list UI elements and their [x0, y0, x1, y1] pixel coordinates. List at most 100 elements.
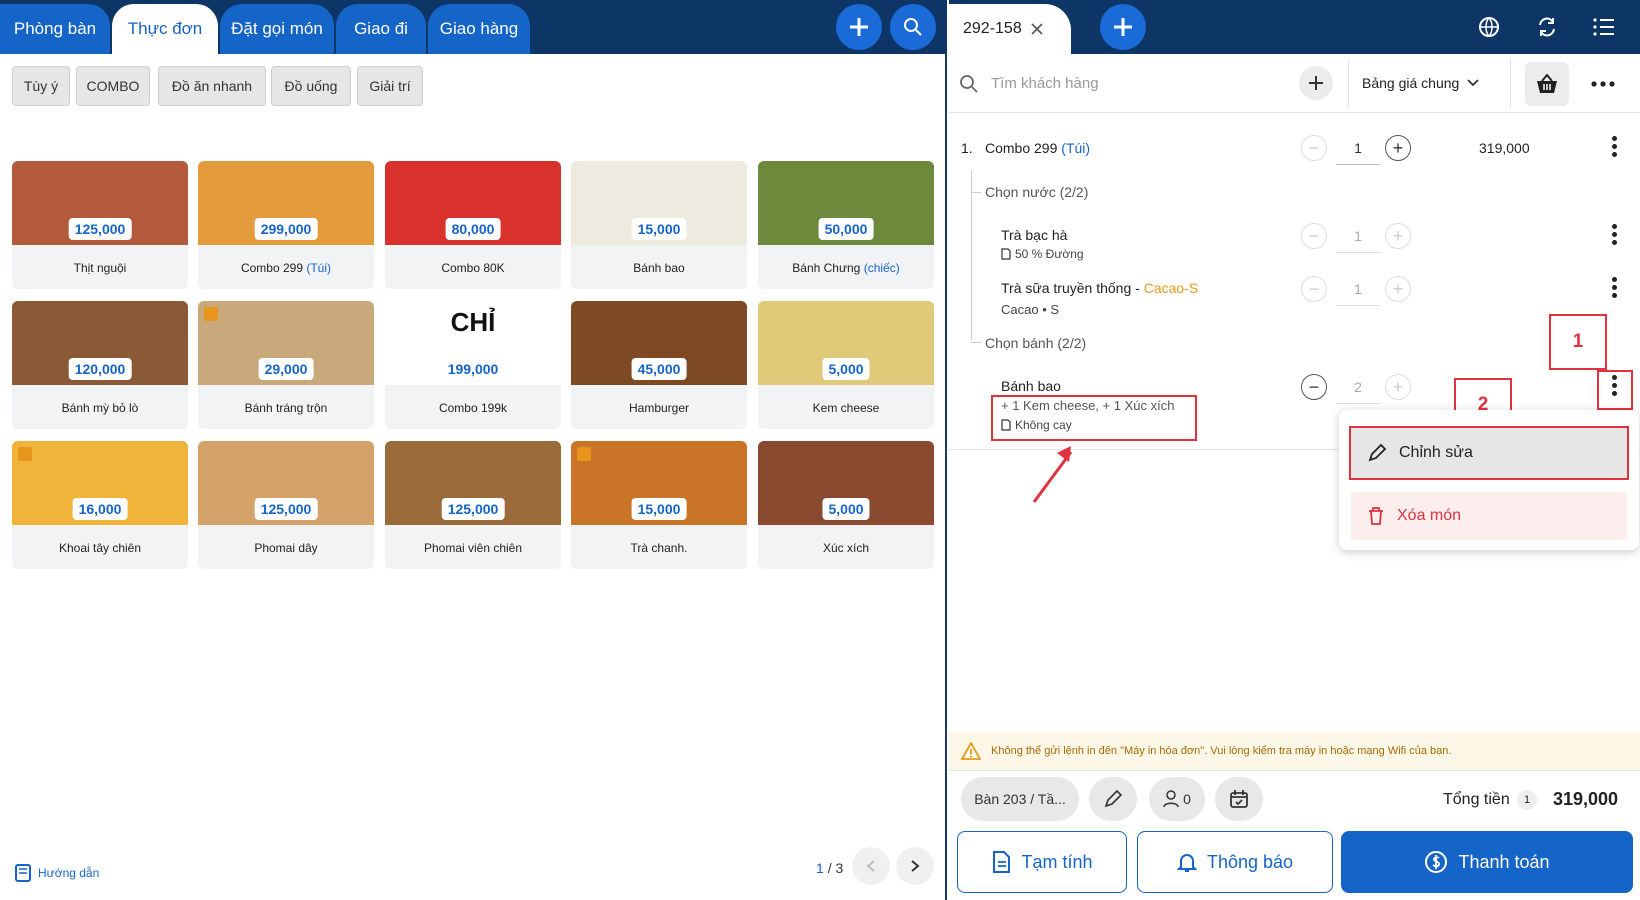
- delete-menu-item[interactable]: Xóa món: [1351, 492, 1627, 540]
- decrease-qty-button[interactable]: −: [1301, 276, 1327, 302]
- product-price: 125,000: [68, 218, 132, 240]
- printer-warning: Không thể gửi lệnh in đến "Máy in hóa đơ…: [949, 732, 1640, 770]
- pencil-icon: [1368, 443, 1387, 462]
- category-giai-tri[interactable]: Giải trí: [357, 66, 423, 106]
- product-name: Phomai viên chiên: [423, 541, 523, 555]
- next-page-button[interactable]: [896, 847, 934, 885]
- product-price: 45,000: [631, 358, 687, 380]
- globe-icon[interactable]: [1476, 14, 1502, 40]
- product-card[interactable]: 120,000 Bánh mỳ bỏ lò: [12, 301, 188, 429]
- schedule-button[interactable]: [1215, 777, 1263, 821]
- decrease-qty-button[interactable]: −: [1301, 135, 1327, 161]
- qty-input[interactable]: 1: [1336, 140, 1380, 165]
- tab-giao-hang[interactable]: Giao hàng: [428, 4, 530, 54]
- item-variant-detail: Cacao • S: [1001, 302, 1060, 317]
- left-top-bar: Phòng bàn Thực đơn Đặt gọi món Giao đi G…: [0, 0, 947, 54]
- edit-button[interactable]: [1089, 777, 1137, 821]
- product-name: Thịt nguội: [73, 261, 127, 275]
- add-order-button[interactable]: [1100, 4, 1146, 50]
- temp-bill-button[interactable]: Tạm tính: [957, 831, 1127, 893]
- product-card[interactable]: 5,000 Xúc xích: [758, 441, 934, 569]
- product-name: Bánh Chưng (chiếc): [792, 261, 900, 275]
- delete-label: Xóa món: [1397, 507, 1462, 524]
- category-combo[interactable]: COMBO: [76, 66, 150, 106]
- tab-dat-goi-mon[interactable]: Đặt gọi món: [220, 4, 334, 54]
- price-list-select[interactable]: Bảng giá chung: [1362, 75, 1479, 91]
- edit-label: Chỉnh sửa: [1399, 444, 1473, 461]
- qty-input[interactable]: 1: [1336, 228, 1380, 253]
- guide-label: Hướng dẫn: [38, 866, 100, 880]
- prev-page-button[interactable]: [852, 847, 890, 885]
- guest-count[interactable]: 0: [1149, 777, 1205, 821]
- order-tab[interactable]: 292-158: [949, 4, 1071, 54]
- close-icon[interactable]: [1030, 22, 1044, 36]
- qty-input[interactable]: 1: [1336, 281, 1380, 306]
- guide-link[interactable]: Hướng dẫn: [14, 863, 99, 883]
- product-card[interactable]: 125,000 Thịt nguội: [12, 161, 188, 289]
- list-menu-icon[interactable]: [1591, 14, 1617, 40]
- table-selector[interactable]: Bàn 203 / Tầ...: [961, 777, 1079, 821]
- search-button[interactable]: [890, 4, 936, 50]
- chevron-left-icon: [866, 860, 875, 872]
- item-more-icon[interactable]: [1611, 224, 1617, 245]
- add-button[interactable]: [836, 4, 882, 50]
- price-list-label: Bảng giá chung: [1362, 75, 1460, 91]
- tab-phong-ban[interactable]: Phòng bàn: [0, 4, 110, 54]
- product-card[interactable]: 45,000 Hamburger: [571, 301, 747, 429]
- product-card[interactable]: CHỈ 199,000 Combo 199k: [385, 301, 561, 429]
- product-price: 5,000: [822, 358, 870, 380]
- product-name: Bánh bao: [633, 261, 685, 275]
- increase-qty-button[interactable]: +: [1385, 135, 1411, 161]
- product-card[interactable]: 15,000 Bánh bao: [571, 161, 747, 289]
- pay-label: Thanh toán: [1458, 851, 1550, 872]
- customer-search-input[interactable]: Tìm khách hàng: [991, 75, 1099, 92]
- item-banh-bao: Bánh bao: [1001, 378, 1061, 394]
- category-tuy-y[interactable]: Tùy ý: [12, 66, 70, 106]
- item-tra-bac-ha: Trà bạc hà: [1001, 227, 1068, 243]
- line-product-name[interactable]: Combo 299 (Túi): [985, 140, 1090, 156]
- category-do-uong[interactable]: Đồ uống: [271, 66, 351, 106]
- add-customer-button[interactable]: [1299, 66, 1333, 100]
- product-name: Hamburger: [628, 401, 690, 415]
- product-card[interactable]: 125,000 Phomai viên chiên: [385, 441, 561, 569]
- decrease-qty-button[interactable]: −: [1301, 374, 1327, 400]
- product-price: 199,000: [441, 358, 505, 380]
- pay-button[interactable]: Thanh toán: [1341, 831, 1633, 893]
- product-card[interactable]: 5,000 Kem cheese: [758, 301, 934, 429]
- notify-button[interactable]: Thông báo: [1137, 831, 1333, 893]
- annotation-1: 1: [1549, 314, 1607, 370]
- tab-giao-di[interactable]: Giao đi: [336, 4, 426, 54]
- trash-icon: [1369, 507, 1383, 525]
- line-more-icon[interactable]: [1611, 136, 1617, 157]
- product-card[interactable]: 125,000 Phomai dây: [198, 441, 374, 569]
- increase-qty-button[interactable]: +: [1385, 276, 1411, 302]
- qty-input[interactable]: 2: [1336, 379, 1380, 404]
- right-top-bar: 292-158: [949, 0, 1640, 54]
- highlight-box: [991, 395, 1197, 441]
- warning-icon: [961, 742, 981, 760]
- plus-icon: [1309, 76, 1323, 90]
- product-name: Phomai dây: [254, 541, 318, 555]
- increase-qty-button[interactable]: +: [1385, 374, 1411, 400]
- tab-thuc-don[interactable]: Thực đơn: [112, 4, 218, 54]
- sync-icon[interactable]: [1534, 14, 1560, 40]
- item-context-menu: Chỉnh sửa Xóa món: [1339, 410, 1639, 550]
- group-choose-drink: Chọn nước (2/2): [985, 184, 1089, 200]
- category-do-an-nhanh[interactable]: Đồ ăn nhanh: [158, 66, 266, 106]
- product-card[interactable]: 299,000 Combo 299 (Túi): [198, 161, 374, 289]
- edit-menu-item[interactable]: Chỉnh sửa: [1349, 426, 1629, 480]
- product-price: 16,000: [72, 498, 128, 520]
- item-more-icon[interactable]: [1611, 277, 1617, 298]
- product-card[interactable]: 15,000 Trà chanh.: [571, 441, 747, 569]
- basket-button[interactable]: [1525, 62, 1569, 106]
- total-count-badge: 1: [1517, 790, 1537, 810]
- product-card[interactable]: 29,000 Bánh tráng trộn: [198, 301, 374, 429]
- increase-qty-button[interactable]: +: [1385, 223, 1411, 249]
- decrease-qty-button[interactable]: −: [1301, 223, 1327, 249]
- product-card[interactable]: 80,000 Combo 80K: [385, 161, 561, 289]
- notify-label: Thông báo: [1206, 851, 1294, 872]
- product-card[interactable]: 50,000 Bánh Chưng (chiếc): [758, 161, 934, 289]
- product-card[interactable]: 16,000 Khoai tây chiên: [12, 441, 188, 569]
- copy-icon: [204, 307, 218, 321]
- more-horizontal-icon[interactable]: [1589, 74, 1617, 94]
